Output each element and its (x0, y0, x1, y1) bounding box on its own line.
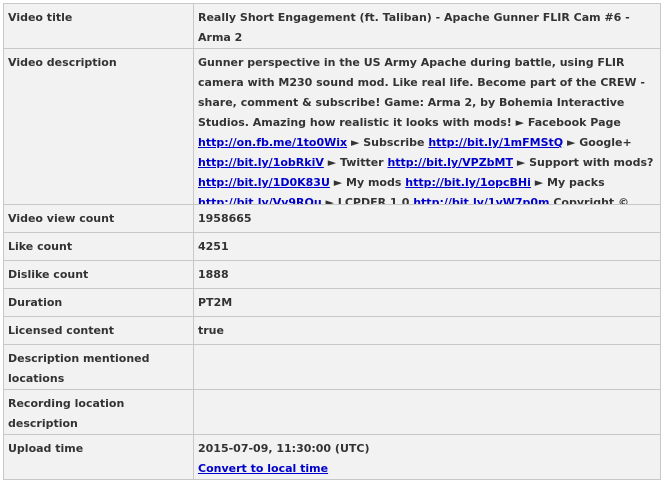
subscribe-link[interactable]: http://bit.ly/1mFMStQ (428, 136, 563, 149)
description-locations-row: Description mentioned locations (3, 344, 661, 390)
upload-time-text: 2015-07-09, 11:30:00 (UTC) (198, 442, 370, 455)
my-mods-link[interactable]: http://bit.ly/1opcBHi (405, 176, 531, 189)
recording-location-label: Recording location description (3, 389, 194, 435)
title-row: Video title Really Short Engagement (ft.… (3, 3, 661, 49)
google-plus-link[interactable]: http://bit.ly/1obRkiV (198, 156, 324, 169)
recording-location-row: Recording location description (3, 389, 661, 435)
desc-text: Gunner perspective in the US Army Apache… (198, 56, 645, 129)
duration-label: Duration (3, 288, 194, 317)
description-locations-label: Description mentioned locations (3, 344, 194, 390)
desc-text: ► My packs (530, 176, 605, 189)
upload-time-value: 2015-07-09, 11:30:00 (UTC) Convert to lo… (193, 434, 661, 480)
video-info-table: Video title Really Short Engagement (ft.… (3, 3, 661, 234)
recording-location-value (193, 389, 661, 435)
desc-text: ► Google+ (563, 136, 632, 149)
like-count-label: Like count (3, 232, 194, 261)
like-count-row: Like count 4251 (3, 232, 661, 261)
view-count-value: 1958665 (193, 204, 661, 233)
desc-text: ► Support with mods? (513, 156, 654, 169)
title-label: Video title (3, 3, 194, 49)
duration-value: PT2M (193, 288, 661, 317)
upload-time-row: Upload time 2015-07-09, 11:30:00 (UTC) C… (3, 434, 661, 480)
licensed-value: true (193, 316, 661, 345)
licensed-row: Licensed content true (3, 316, 661, 345)
view-count-label: Video view count (3, 204, 194, 233)
facebook-link[interactable]: http://on.fb.me/1to0Wix (198, 136, 347, 149)
desc-text: ► My mods (329, 176, 406, 189)
upload-time-label: Upload time (3, 434, 194, 480)
licensed-label: Licensed content (3, 316, 194, 345)
like-count-value: 4251 (193, 232, 661, 261)
view-count-row: Video view count 1958665 (3, 204, 661, 233)
title-value: Really Short Engagement (ft. Taliban) - … (193, 3, 661, 49)
dislike-count-row: Dislike count 1888 (3, 260, 661, 289)
dislike-count-label: Dislike count (3, 260, 194, 289)
description-locations-value (193, 344, 661, 390)
duration-row: Duration PT2M (3, 288, 661, 317)
dislike-count-value: 1888 (193, 260, 661, 289)
convert-local-time-link[interactable]: Convert to local time (198, 462, 328, 475)
video-stats-table: Video view count 1958665 Like count 4251… (3, 204, 661, 480)
support-link[interactable]: http://bit.ly/1D0K83U (198, 176, 330, 189)
desc-text: ► Twitter (323, 156, 388, 169)
twitter-link[interactable]: http://bit.ly/VPZbMT (387, 156, 513, 169)
desc-text: ► Subscribe (347, 136, 429, 149)
